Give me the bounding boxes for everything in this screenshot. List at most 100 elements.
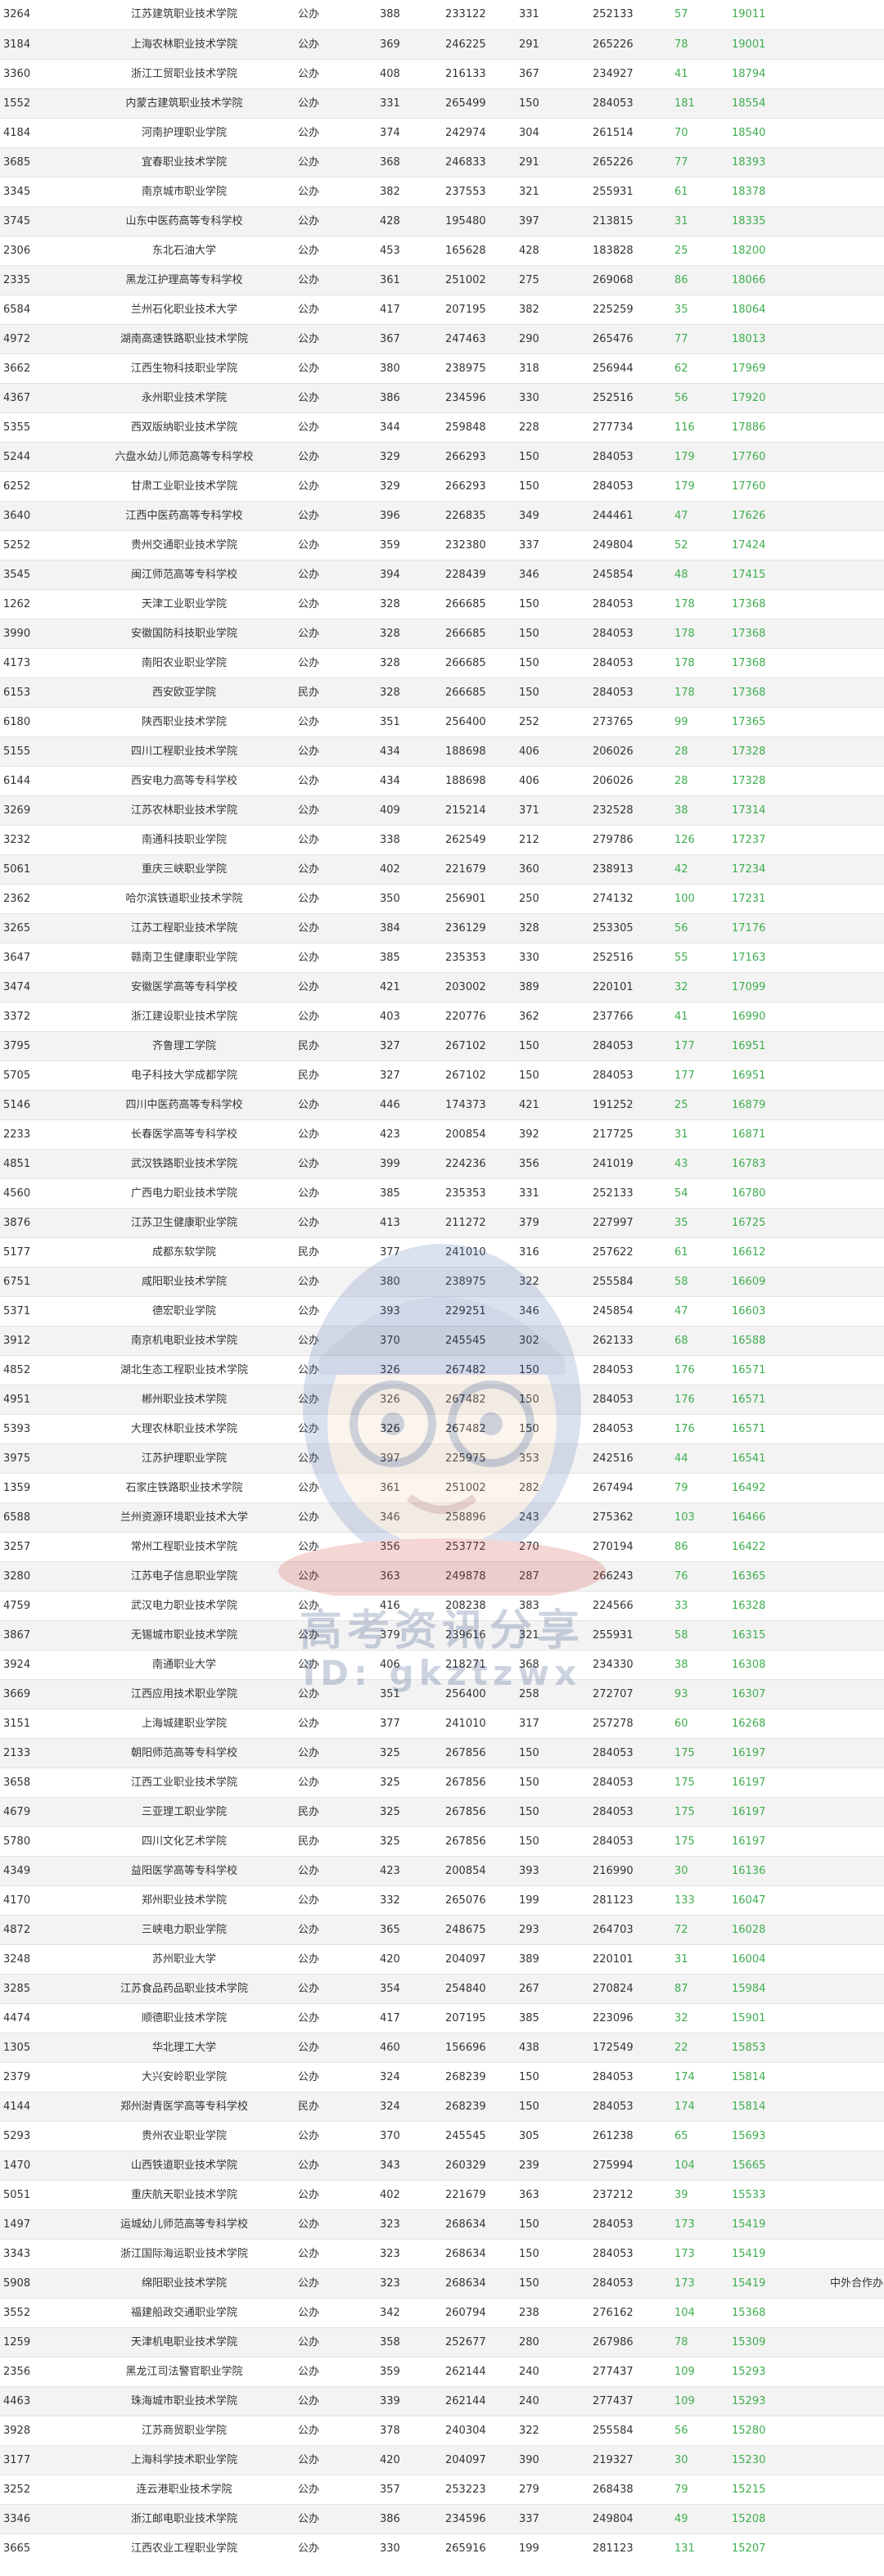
diff-value-cell: 22 <box>671 2033 728 2063</box>
rank-a-cell: 188698 <box>442 736 516 767</box>
diff-value-cell: 178 <box>671 678 728 708</box>
school-name-cell: 运城幼儿师范高等专科学校 <box>74 2209 295 2240</box>
note-cell <box>827 1119 884 1150</box>
score-a-cell: 423 <box>377 1119 442 1150</box>
table-row: 5061 重庆三峡职业学院 公办 402 221679 360 238913 42 17234 <box>0 854 884 885</box>
score-a-cell: 453 <box>377 236 442 266</box>
diff-value-cell: 177 <box>671 1061 728 1091</box>
school-code-cell: 5177 <box>0 1237 74 1268</box>
rank-change-cell: 16308 <box>728 1650 827 1680</box>
rank-change-cell: 17920 <box>728 383 827 413</box>
rank-change-cell: 16365 <box>728 1561 827 1592</box>
school-code-cell: 5252 <box>0 530 74 561</box>
school-code-cell: 3552 <box>0 2298 74 2328</box>
score-b-cell: 328 <box>516 913 589 943</box>
rank-a-cell: 245545 <box>442 1326 516 1356</box>
rank-change-cell: 15215 <box>728 2475 827 2505</box>
school-type-cell: 公办 <box>295 1473 377 1503</box>
score-a-cell: 394 <box>377 560 442 590</box>
rank-b-cell: 284053 <box>589 1031 671 1061</box>
diff-value-cell: 72 <box>671 1915 728 1945</box>
table-row: 3662 江西生物科技职业学院 公办 380 238975 318 256944 62 1796… <box>0 354 884 384</box>
school-code-cell: 6584 <box>0 295 74 325</box>
note-cell <box>827 678 884 708</box>
score-b-cell: 317 <box>516 1709 589 1739</box>
score-a-cell: 421 <box>377 972 442 1002</box>
rank-a-cell: 249878 <box>442 1561 516 1592</box>
diff-value-cell: 62 <box>671 354 728 384</box>
rank-b-cell: 223096 <box>589 2003 671 2033</box>
diff-value-cell: 181 <box>671 88 728 119</box>
school-code-cell: 4951 <box>0 1385 74 1415</box>
school-name-cell: 哈尔滨铁道职业技术学院 <box>74 884 295 914</box>
score-b-cell: 212 <box>516 825 589 855</box>
school-type-cell: 公办 <box>295 1974 377 2004</box>
rank-change-cell: 16136 <box>728 1856 827 1886</box>
rank-b-cell: 284053 <box>589 1826 671 1857</box>
school-code-cell: 6153 <box>0 678 74 708</box>
rank-b-cell: 277437 <box>589 2386 671 2416</box>
score-b-cell: 199 <box>516 1885 589 1916</box>
table-row: 1470 山西铁道职业技术学院 公办 343 260329 239 275994 104 156… <box>0 2150 884 2181</box>
rank-a-cell: 165628 <box>442 236 516 266</box>
school-name-cell: 浙江邮电职业技术学院 <box>74 2504 295 2534</box>
rank-b-cell: 237212 <box>589 2180 671 2210</box>
score-a-cell: 369 <box>377 29 442 60</box>
rank-a-cell: 238975 <box>442 354 516 384</box>
school-name-cell: 德宏职业学院 <box>74 1296 295 1326</box>
table-row: 3474 安徽医学高等专科学校 公办 421 203002 389 220101 32 1709… <box>0 972 884 1002</box>
school-name-cell: 江西生物科技职业学院 <box>74 354 295 384</box>
school-type-cell: 公办 <box>295 295 377 325</box>
school-code-cell: 4679 <box>0 1797 74 1827</box>
rank-b-cell: 284053 <box>589 1385 671 1415</box>
diff-value-cell: 178 <box>671 589 728 619</box>
rank-a-cell: 239616 <box>442 1620 516 1651</box>
rank-b-cell: 256944 <box>589 354 671 384</box>
score-a-cell: 417 <box>377 2003 442 2033</box>
rank-change-cell: 15368 <box>728 2298 827 2328</box>
school-type-cell: 公办 <box>295 1385 377 1415</box>
score-b-cell: 150 <box>516 2268 589 2299</box>
school-code-cell: 3269 <box>0 795 74 826</box>
note-cell <box>827 383 884 413</box>
rank-change-cell: 16990 <box>728 1002 827 1032</box>
table-row: 3151 上海城建职业学院 公办 377 241010 317 257278 60 16268 <box>0 1709 884 1739</box>
score-a-cell: 434 <box>377 766 442 796</box>
note-cell <box>827 2003 884 2033</box>
note-cell <box>827 1208 884 1238</box>
score-a-cell: 409 <box>377 795 442 826</box>
score-b-cell: 331 <box>516 1178 589 1209</box>
note-cell <box>827 2533 884 2563</box>
school-name-cell: 天津工业职业学院 <box>74 589 295 619</box>
school-code-cell: 1470 <box>0 2150 74 2181</box>
rank-b-cell: 281123 <box>589 1885 671 1916</box>
diff-value-cell: 38 <box>671 795 728 826</box>
rank-a-cell: 207195 <box>442 295 516 325</box>
score-b-cell: 150 <box>516 1031 589 1061</box>
school-type-cell: 公办 <box>295 1885 377 1916</box>
score-b-cell: 282 <box>516 1473 589 1503</box>
note-cell <box>827 1650 884 1680</box>
table-row: 4851 武汉铁路职业技术学院 公办 399 224236 356 241019 43 1678… <box>0 1149 884 1179</box>
score-b-cell: 316 <box>516 1237 589 1268</box>
rank-b-cell: 275362 <box>589 1502 671 1533</box>
score-b-cell: 150 <box>516 1768 589 1798</box>
school-code-cell: 4972 <box>0 324 74 354</box>
score-b-cell: 280 <box>516 2327 589 2358</box>
school-name-cell: 上海城建职业学院 <box>74 1709 295 1739</box>
school-code-cell: 4851 <box>0 1149 74 1179</box>
score-a-cell: 374 <box>377 118 442 148</box>
rank-b-cell: 284053 <box>589 1797 671 1827</box>
rank-a-cell: 260794 <box>442 2298 516 2328</box>
school-type-cell: 公办 <box>295 442 377 472</box>
school-code-cell: 1497 <box>0 2209 74 2240</box>
school-code-cell: 4560 <box>0 1178 74 1209</box>
rank-b-cell: 266243 <box>589 1561 671 1592</box>
note-cell <box>827 1502 884 1533</box>
table-row: 3372 浙江建设职业技术学院 公办 403 220776 362 237766 41 1699… <box>0 1002 884 1032</box>
diff-value-cell: 173 <box>671 2268 728 2299</box>
table-row: 4349 益阳医学高等专科学校 公办 423 200854 393 216990 30 1613… <box>0 1856 884 1886</box>
score-a-cell: 380 <box>377 354 442 384</box>
rank-change-cell: 15280 <box>728 2416 827 2446</box>
rank-a-cell: 208238 <box>442 1591 516 1621</box>
